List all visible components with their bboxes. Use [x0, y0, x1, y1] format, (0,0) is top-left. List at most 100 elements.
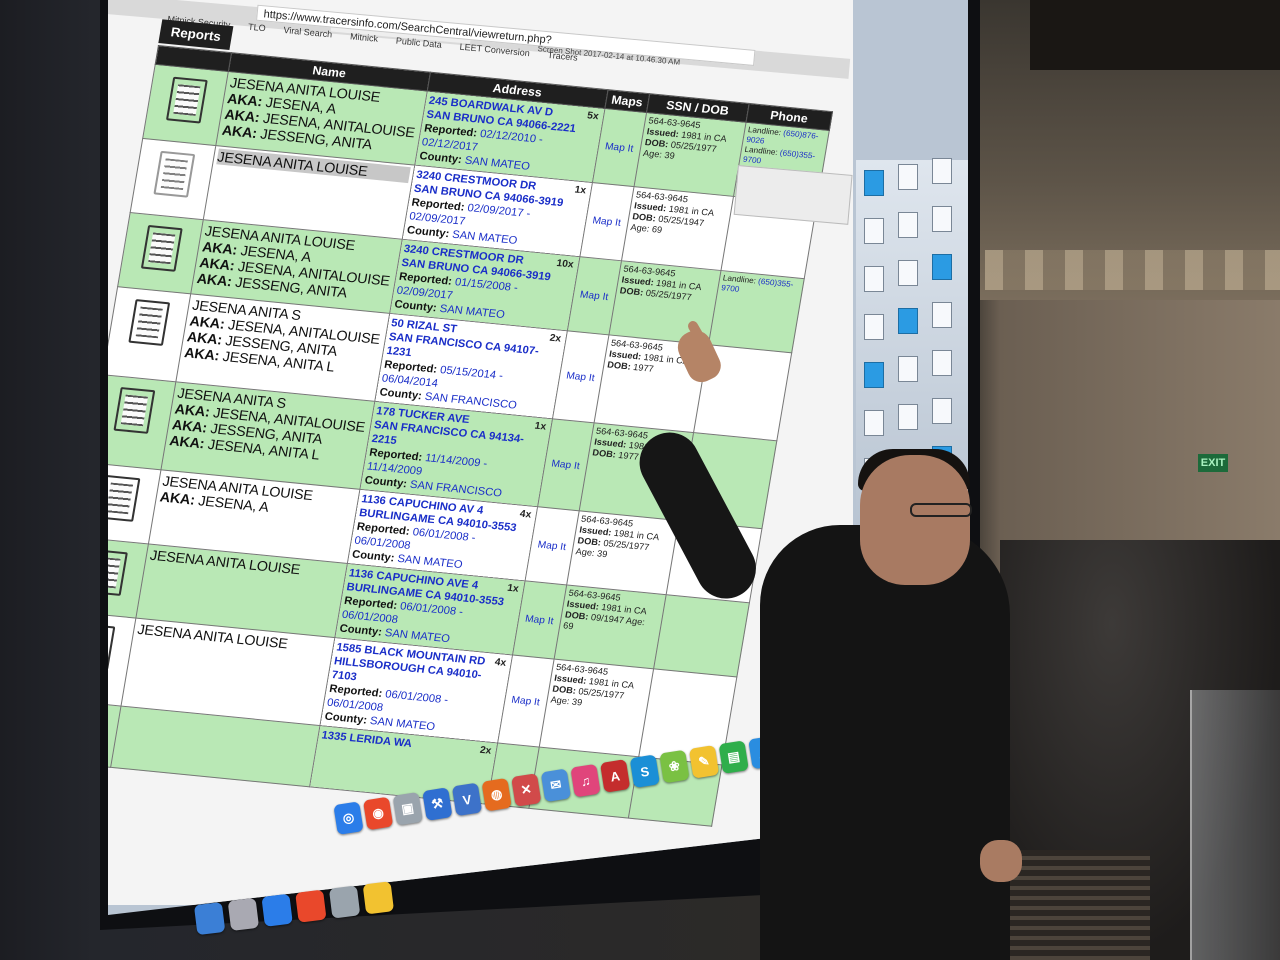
address-cell: 4x 1585 BLACK MOUNTAIN RD HILLSBOROUGH CA … — [319, 637, 513, 743]
ssn-dob-cell: 564-63-9645 Issued: 1981 in CA DOB: 05/25/… — [621, 186, 734, 271]
finder-icon[interactable] — [193, 901, 226, 936]
bookmark-item[interactable]: Mitnick — [350, 31, 379, 44]
dob-value: 1977 — [617, 449, 640, 462]
presenter-body — [760, 525, 1010, 960]
report-cell — [130, 138, 216, 220]
occurrence-count: 1x — [573, 184, 587, 197]
desktop-file-icon[interactable] — [898, 404, 918, 430]
results-body: JESENA ANITA LOUISE AKA: JESENA, A AKA: JE… — [108, 64, 830, 827]
map-it-link[interactable]: Map It — [511, 694, 541, 708]
desktop-file-icon[interactable] — [864, 362, 884, 388]
desktop-file-icon[interactable] — [898, 164, 918, 190]
safari-icon[interactable] — [261, 893, 293, 927]
report-document-icon[interactable] — [108, 623, 115, 671]
county-label: County: — [351, 548, 396, 565]
map-it-link[interactable]: Map It — [592, 215, 622, 229]
skype-icon[interactable]: S — [629, 754, 660, 789]
report-cell — [142, 64, 229, 146]
exit-sign: EXIT — [1198, 454, 1228, 472]
phone-line: Landline: (650)355-9700 — [720, 273, 800, 300]
chrome-icon[interactable]: ◉ — [362, 796, 394, 831]
map-it-link[interactable]: Map It — [551, 458, 581, 472]
desktop-file-icon[interactable] — [932, 350, 952, 376]
occurrence-count: 2x — [548, 332, 562, 345]
desktop-file-icon[interactable] — [864, 410, 884, 436]
bookmark-item[interactable]: TLO — [248, 22, 266, 34]
map-it-link[interactable]: Map It — [524, 613, 554, 627]
ceiling-lights — [985, 250, 1280, 290]
county-label: County: — [418, 150, 463, 167]
photos-icon[interactable]: ❀ — [659, 749, 690, 784]
report-document-icon[interactable] — [140, 224, 183, 272]
chrome-icon[interactable] — [295, 889, 327, 923]
dob-label: DOB: — [619, 285, 645, 298]
safari-icon[interactable]: ◎ — [333, 801, 364, 835]
aka-label: AKA: — [158, 488, 197, 508]
desktop-file-icon[interactable] — [864, 170, 884, 196]
ssn-dob-cell: 564-63-9645 Issued: 1981 in CA DOB: 09/194… — [553, 584, 666, 669]
glass-podium — [1190, 690, 1280, 960]
report-cell — [117, 212, 204, 294]
desktop-file-icon[interactable] — [864, 218, 884, 244]
desktop-file-icon[interactable] — [898, 356, 918, 382]
desktop-file-icon[interactable] — [932, 302, 952, 328]
report-document-icon[interactable] — [165, 76, 208, 124]
occurrence-count: 10x — [555, 257, 575, 271]
report-document-icon[interactable] — [152, 150, 195, 198]
county-label: County: — [338, 622, 383, 639]
occurrence-count: 5x — [586, 110, 600, 123]
desktop-file-icon[interactable] — [864, 266, 884, 292]
county-label: County: — [378, 386, 423, 403]
acrobat-icon[interactable]: A — [599, 759, 631, 793]
occurrence-count: 1x — [533, 420, 547, 433]
desktop-file-icon[interactable] — [898, 308, 918, 334]
launchpad-icon[interactable] — [227, 897, 260, 932]
aka-label: AKA: — [195, 270, 234, 290]
report-document-icon[interactable] — [108, 474, 140, 522]
map-it-link[interactable]: Map It — [565, 370, 595, 384]
desktop-file-icon[interactable] — [898, 260, 918, 286]
aka-label: AKA: — [168, 432, 206, 452]
presenter-lower-hand — [980, 840, 1022, 882]
mail-icon[interactable]: ✉ — [540, 768, 572, 803]
xmind-icon[interactable]: ✕ — [511, 773, 542, 807]
map-it-link[interactable]: Map It — [579, 289, 609, 303]
dob-label: DOB: — [591, 447, 617, 460]
map-it-link[interactable]: Map It — [537, 539, 567, 553]
report-document-icon[interactable] — [108, 549, 128, 596]
notes-icon[interactable]: ✎ — [688, 744, 720, 779]
desktop-file-icon[interactable] — [898, 212, 918, 238]
results-table: Name Address Maps SSN / DOB Phone JESENA… — [108, 45, 833, 827]
desktop-file-icon[interactable] — [932, 398, 952, 424]
aka-label: AKA: — [183, 344, 221, 364]
county-label: County: — [363, 474, 408, 491]
address-cell: 1x 178 TUCKER AVE SAN FRANCISCO CA 94134-2… — [359, 401, 553, 507]
county-label: County: — [405, 224, 451, 241]
county-label: County: — [323, 710, 368, 727]
firefox-icon[interactable]: ◍ — [481, 777, 512, 812]
report-document-icon[interactable] — [127, 298, 170, 346]
xcode-icon[interactable]: ⚒ — [422, 787, 453, 821]
map-it-link[interactable]: Map It — [604, 141, 634, 155]
desktop-file-icon[interactable] — [932, 206, 952, 232]
desktop-file-icon[interactable] — [932, 158, 952, 184]
occurrence-count: 1x — [506, 582, 520, 595]
ssn-dob-cell: 564-63-9645 Issued: 1981 in CA DOB: 05/25/… — [633, 112, 746, 197]
browser-side-dialog — [733, 165, 853, 225]
desktop-file-icon[interactable] — [932, 254, 952, 280]
dob-value: 1977 — [632, 361, 655, 374]
notes-icon[interactable] — [362, 881, 395, 915]
address-cell: 2x 50 RIZAL ST SAN FRANCISCO CA 94107-1231… — [374, 313, 567, 419]
desktop-file-icon[interactable] — [864, 314, 884, 340]
occurrence-count: 4x — [518, 508, 533, 521]
presenter-head — [860, 455, 970, 585]
dob-label: DOB: — [606, 359, 632, 372]
vc-icon[interactable]: V — [451, 782, 483, 817]
music-icon[interactable]: ♫ — [570, 763, 601, 798]
preview-icon[interactable] — [328, 885, 361, 919]
ceiling-fixture — [1030, 0, 1280, 70]
aka-label: AKA: — [220, 121, 259, 141]
phone-cell: Landline: (650)355-9700 — [708, 270, 805, 353]
report-document-icon[interactable] — [112, 386, 155, 434]
preview-icon[interactable]: ▣ — [392, 791, 423, 826]
